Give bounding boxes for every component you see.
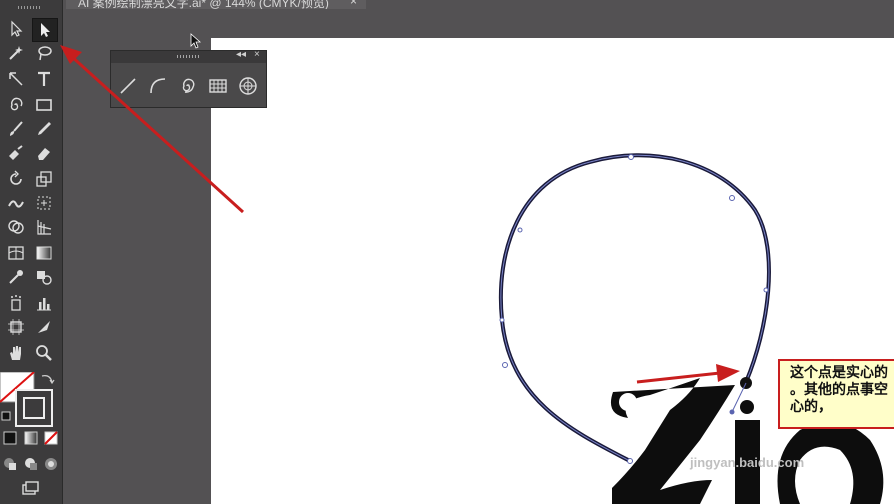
artboard-tool-icon[interactable]: [4, 316, 28, 338]
swap-fill-stroke-icon: [41, 375, 55, 385]
annotation-callout: 这个点是实心的 。其他的点事空 心的，: [778, 359, 894, 429]
eraser-tool-icon[interactable]: [32, 142, 56, 164]
panel-grip-handle[interactable]: [18, 6, 42, 9]
draw-inside-icon[interactable]: [41, 454, 61, 474]
mesh-tool-icon[interactable]: [4, 242, 28, 264]
color-mode-icon[interactable]: [0, 428, 20, 448]
pencil-tool-icon[interactable]: [32, 118, 56, 140]
mouse-cursor-icon: [190, 33, 202, 49]
polar-grid-tool-icon[interactable]: [237, 75, 259, 97]
flyout-title-bar[interactable]: ◂◂ ×: [111, 49, 266, 63]
line-segment-tool-icon[interactable]: [117, 75, 139, 97]
screen-mode-icon[interactable]: [16, 478, 44, 498]
free-transform-tool-icon[interactable]: [32, 192, 56, 214]
lasso-tool-icon[interactable]: [32, 42, 56, 64]
gradient-mode-icon[interactable]: [21, 428, 41, 448]
flyout-collapse-button[interactable]: ◂◂: [236, 49, 246, 60]
flyout-close-button[interactable]: ×: [254, 49, 260, 60]
draw-behind-icon[interactable]: [21, 454, 41, 474]
hand-tool-icon[interactable]: [4, 342, 28, 364]
type-tool-icon[interactable]: [32, 68, 56, 90]
flyout-grip[interactable]: [177, 55, 199, 58]
default-colors-icon: [1, 411, 11, 421]
magic-wand-tool-icon[interactable]: [4, 42, 28, 64]
artboard-canvas[interactable]: [211, 38, 894, 504]
callout-line-2: 。其他的点事空: [790, 382, 888, 398]
watermark-text: jingyan.baidu.com: [690, 455, 805, 470]
warp-tool-icon[interactable]: [4, 192, 28, 214]
document-tab-close-button[interactable]: ×: [350, 0, 357, 8]
slice-tool-icon[interactable]: [32, 316, 56, 338]
paintbrush-tool-icon[interactable]: [4, 118, 28, 140]
fill-stroke-swatches[interactable]: [0, 372, 60, 432]
blend-tool-icon[interactable]: [32, 266, 56, 288]
rectangular-grid-tool-icon[interactable]: [207, 75, 229, 97]
scale-tool-icon[interactable]: [32, 168, 56, 190]
callout-line-3: 心的，: [790, 399, 832, 415]
rotate-tool-icon[interactable]: [4, 168, 28, 190]
tools-panel: [0, 0, 63, 504]
spiral-tool-icon[interactable]: [177, 75, 199, 97]
zoom-tool-icon[interactable]: [32, 342, 56, 364]
column-graph-tool-icon[interactable]: [32, 292, 56, 314]
draw-normal-icon[interactable]: [0, 454, 20, 474]
none-mode-icon[interactable]: [41, 428, 61, 448]
selection-tool-icon[interactable]: [4, 18, 28, 40]
shape-builder-tool-icon[interactable]: [4, 216, 28, 238]
document-tab[interactable]: AI 案例绘制漂亮文字.ai* @ 144% (CMYK/预览) ×: [66, 0, 366, 9]
rectangle-tool-icon[interactable]: [32, 94, 56, 116]
blob-brush-tool-icon[interactable]: [4, 142, 28, 164]
line-tools-flyout-panel: ◂◂ ×: [110, 49, 267, 108]
eyedropper-tool-icon[interactable]: [4, 266, 28, 288]
symbol-sprayer-tool-icon[interactable]: [4, 292, 28, 314]
spiral-tool-icon[interactable]: [4, 94, 28, 116]
document-tab-title: AI 案例绘制漂亮文字.ai* @ 144% (CMYK/预览): [78, 0, 329, 9]
perspective-grid-tool-icon[interactable]: [32, 216, 56, 238]
direct-selection-tool-icon[interactable]: [32, 18, 58, 42]
gradient-tool-icon[interactable]: [32, 242, 56, 264]
arc-tool-icon[interactable]: [147, 75, 169, 97]
callout-line-1: 这个点是实心的: [790, 365, 888, 381]
pen-tool-icon[interactable]: [4, 68, 28, 90]
